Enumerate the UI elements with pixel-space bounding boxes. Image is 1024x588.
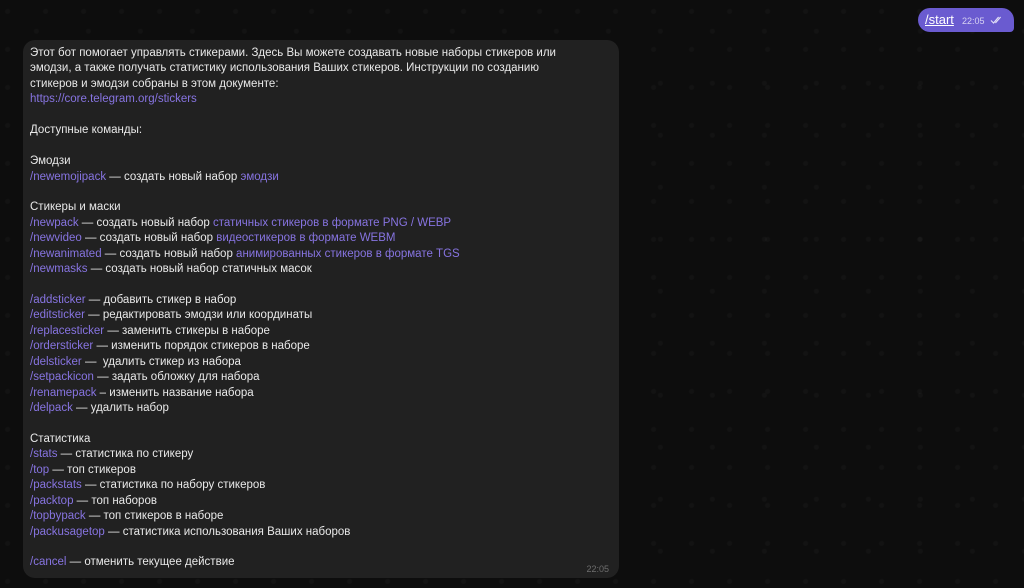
command-line: /topbypack — топ стикеров в наборе	[30, 509, 619, 524]
command-description: — создать новый набор	[101, 247, 237, 260]
command-link[interactable]: /delpack	[30, 402, 73, 414]
command-link[interactable]: /newmasks	[30, 263, 88, 275]
command-line: /newvideo — создать новый набор видеости…	[30, 231, 619, 246]
command-link[interactable]: /packusagetop	[30, 526, 105, 538]
command-description: — создать новый набор	[106, 170, 241, 183]
command-description: — задать обложку для набора	[93, 371, 260, 384]
command-line: /packstats — статистика по набору стикер…	[30, 478, 619, 493]
command-line: /delsticker — удалить стикер из набора	[30, 355, 619, 370]
command-link[interactable]: /editsticker	[30, 309, 85, 321]
command-line: /addsticker — добавить стикер в набор	[30, 293, 619, 308]
command-description: — редактировать эмодзи или координаты	[84, 309, 313, 322]
inline-link[interactable]: эмодзи	[241, 171, 279, 183]
intro-line: Этот бот помогает управлять стикерами. З…	[30, 47, 556, 59]
command-link[interactable]: /newanimated	[30, 248, 102, 260]
command-description: — заменить стикеры в наборе	[104, 324, 270, 337]
stats-section-heading: Статистика	[30, 432, 91, 445]
available-commands-heading: Доступные команды:	[30, 124, 143, 137]
command-link[interactable]: /addsticker	[30, 294, 86, 306]
command-description: — создать новый набор	[81, 232, 217, 245]
command-line: /newanimated — создать новый набор аними…	[30, 247, 619, 262]
command-line: /ordersticker — изменить порядок стикеро…	[30, 339, 619, 354]
stickers-section-heading: Стикеры и маски	[30, 201, 121, 214]
command-line: /packusagetop — статистика использования…	[30, 525, 619, 540]
command-line: /setpackicon — задать обложку для набора	[30, 370, 619, 385]
command-link[interactable]: /cancel	[30, 556, 66, 568]
docs-link[interactable]: https://core.telegram.org/stickers	[30, 93, 197, 105]
command-link[interactable]: /newvideo	[30, 232, 82, 244]
outgoing-message-text[interactable]: /start	[925, 12, 954, 27]
command-line: /newemojipack — создать новый набор эмод…	[30, 170, 619, 185]
outgoing-message-time: 22:05	[962, 16, 985, 26]
incoming-message-time: 22:05	[586, 564, 609, 574]
inline-link[interactable]: статичных стикеров в формате PNG / WEBP	[213, 217, 451, 229]
command-description: — удалить стикер из набора	[81, 355, 241, 368]
inline-link[interactable]: видеостикеров в формате WEBM	[216, 232, 395, 244]
command-description: — статистика использования Ваших наборов	[104, 525, 351, 538]
double-check-icon	[990, 16, 1002, 24]
command-line: /top — топ стикеров	[30, 463, 619, 478]
inline-link[interactable]: анимированных стикеров в формате TGS	[236, 248, 460, 260]
command-description: — статистика по стикеру	[57, 448, 194, 461]
command-description: — отменить текущее действие	[66, 556, 235, 569]
command-line: /newmasks — создать новый набор статичны…	[30, 262, 619, 277]
command-line: /cancel — отменить текущее действие	[30, 555, 619, 570]
command-description: — статистика по набору стикеров	[81, 479, 266, 492]
command-link[interactable]: /renamepack	[30, 387, 96, 399]
command-description: – изменить название набора	[96, 386, 254, 399]
outgoing-message[interactable]: /start 22:05	[918, 8, 1014, 32]
command-link[interactable]: /packstats	[30, 479, 82, 491]
command-description: — создать новый набор	[78, 216, 214, 229]
command-line: /packtop — топ наборов	[30, 494, 619, 509]
emoji-section-heading: Эмодзи	[30, 155, 71, 168]
command-link[interactable]: /ordersticker	[30, 340, 93, 352]
command-description: — топ наборов	[73, 494, 157, 507]
incoming-message: Этот бот помогает управлять стикерами. З…	[23, 40, 619, 578]
command-link[interactable]: /setpackicon	[30, 371, 94, 383]
command-line: /newpack — создать новый набор статичных…	[30, 216, 619, 231]
intro-line: эмодзи, а также получать статистику испо…	[30, 62, 539, 75]
command-description: — удалить набор	[72, 402, 169, 415]
command-link[interactable]: /stats	[30, 448, 57, 460]
command-description: — создать новый набор статичных масок	[87, 263, 312, 276]
command-description: — добавить стикер в набор	[85, 294, 237, 306]
command-description: — топ стикеров	[49, 463, 136, 476]
command-line: /stats — статистика по стикеру	[30, 447, 619, 462]
command-description: — изменить порядок стикеров в наборе	[93, 340, 310, 353]
command-line: /editsticker — редактировать эмодзи или …	[30, 308, 619, 323]
command-link[interactable]: /packtop	[30, 495, 73, 507]
command-link[interactable]: /newpack	[30, 217, 79, 229]
command-line: /renamepack – изменить название набора	[30, 386, 619, 401]
intro-line: стикеров и эмодзи собраны в этом докумен…	[30, 77, 279, 90]
command-link[interactable]: /topbypack	[30, 510, 86, 522]
command-link[interactable]: /top	[30, 464, 49, 476]
command-link[interactable]: /replacesticker	[30, 325, 104, 337]
command-description: — топ стикеров в наборе	[85, 510, 224, 523]
command-line: /delpack — удалить набор	[30, 401, 619, 416]
command-line: /replacesticker — заменить стикеры в наб…	[30, 324, 619, 339]
command-link[interactable]: /delsticker	[30, 356, 82, 368]
command-link[interactable]: /newemojipack	[30, 171, 106, 183]
